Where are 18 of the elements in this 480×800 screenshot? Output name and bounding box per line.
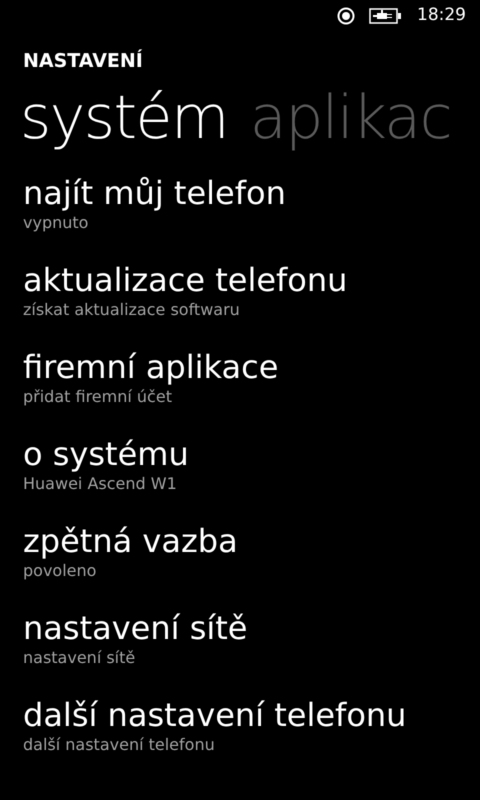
setting-subtitle: Huawei Ascend W1 [23, 474, 177, 494]
setting-title[interactable]: nastavení sítě [23, 608, 248, 648]
setting-title[interactable]: zpětná vazba [23, 521, 238, 561]
battery-charging-icon [369, 7, 403, 25]
setting-title[interactable]: o systému [23, 434, 189, 474]
setting-title[interactable]: další nastavení telefonu [23, 695, 406, 735]
setting-title[interactable]: najít můj telefon [23, 173, 286, 213]
setting-subtitle: vypnuto [23, 213, 88, 233]
location-icon [337, 7, 355, 25]
pivot-header[interactable]: systém [20, 81, 228, 155]
setting-subtitle: přidat firemní účet [23, 387, 172, 407]
setting-title[interactable]: aktualizace telefonu [23, 260, 348, 300]
setting-subtitle: další nastavení telefonu [23, 735, 215, 755]
setting-title[interactable]: firemní aplikace [23, 347, 278, 387]
setting-subtitle: nastavení sítě [23, 648, 136, 668]
setting-subtitle: povoleno [23, 561, 96, 581]
clock-time: 18:29 [417, 4, 466, 28]
setting-subtitle: získat aktualizace softwaru [23, 300, 240, 320]
